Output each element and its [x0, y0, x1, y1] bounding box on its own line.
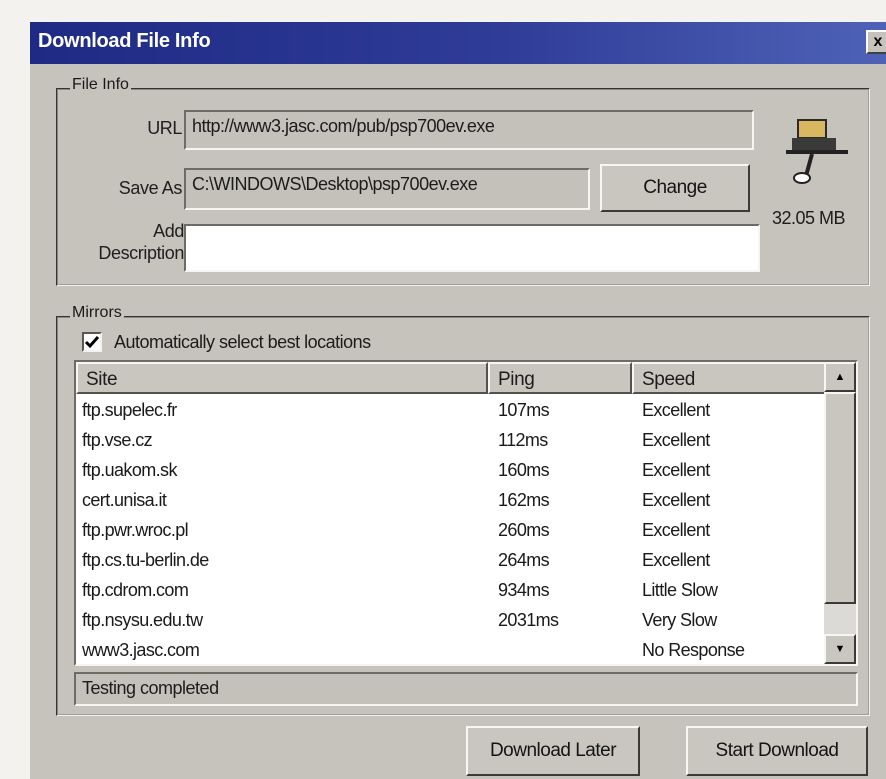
table-row[interactable]: ftp.vse.cz 112ms Excellent	[76, 426, 856, 456]
file-info-group-label: File Info	[70, 76, 131, 94]
arrow-down-icon: ▼	[834, 643, 846, 655]
scroll-up-button[interactable]: ▲	[824, 362, 856, 392]
status-bar: Testing completed	[74, 672, 858, 706]
mirrors-group-label: Mirrors	[70, 304, 124, 322]
ping-cell: 162ms	[498, 490, 550, 510]
site-cell: ftp.nsysu.edu.tw	[82, 610, 203, 630]
speed-cell: Excellent	[642, 490, 710, 510]
arrow-up-icon: ▲	[834, 371, 846, 383]
speed-cell: Excellent	[642, 460, 710, 480]
url-label: URL	[147, 118, 182, 138]
scroll-thumb[interactable]	[824, 392, 856, 604]
checkmark-icon	[84, 336, 100, 349]
start-download-button[interactable]: Start Download	[686, 726, 868, 776]
site-cell: ftp.cdrom.com	[82, 580, 189, 600]
speed-cell: Excellent	[642, 520, 710, 540]
window-title: Download File Info	[38, 30, 211, 52]
title-bar[interactable]: Download File Info x	[30, 22, 886, 64]
drive-download-icon	[782, 112, 852, 188]
site-cell: ftp.pwr.wroc.pl	[82, 520, 189, 540]
speed-cell: Very Slow	[642, 610, 717, 630]
site-cell: ftp.vse.cz	[82, 430, 153, 450]
close-button[interactable]: x	[866, 30, 886, 54]
ping-cell: 107ms	[498, 400, 550, 420]
table-row[interactable]: ftp.uakom.sk 160ms Excellent	[76, 456, 856, 486]
url-field[interactable]: http://www3.jasc.com/pub/psp700ev.exe	[184, 110, 754, 150]
save-as-field[interactable]: C:\WINDOWS\Desktop\psp700ev.exe	[184, 168, 590, 210]
site-cell: cert.unisa.it	[82, 490, 167, 510]
table-row[interactable]: ftp.cs.tu-berlin.de 264ms Excellent	[76, 546, 856, 576]
ping-cell: 264ms	[498, 550, 550, 570]
site-cell: www3.jasc.com	[82, 640, 200, 660]
auto-select-checkbox[interactable]	[82, 332, 102, 352]
ping-cell: 112ms	[498, 430, 548, 450]
description-input[interactable]	[184, 224, 760, 272]
add-description-label: Add Description	[60, 220, 184, 264]
column-header-speed[interactable]: Speed	[632, 362, 828, 394]
table-row[interactable]: www3.jasc.com No Response	[76, 636, 856, 664]
table-row[interactable]: ftp.pwr.wroc.pl 260ms Excellent	[76, 516, 856, 546]
site-cell: ftp.cs.tu-berlin.de	[82, 550, 209, 570]
ping-cell: 260ms	[498, 520, 550, 540]
download-later-button[interactable]: Download Later	[466, 726, 640, 776]
speed-cell: No Response	[642, 640, 745, 660]
ping-cell: 934ms	[498, 580, 550, 600]
speed-cell: Excellent	[642, 430, 710, 450]
add-description-label-line2: Description	[98, 243, 184, 263]
save-as-label: Save As	[118, 178, 183, 198]
site-cell: ftp.supelec.fr	[82, 400, 177, 420]
table-row[interactable]: ftp.supelec.fr 107ms Excellent	[76, 396, 856, 426]
column-header-site[interactable]: Site	[76, 362, 488, 394]
change-button[interactable]: Change	[600, 164, 750, 212]
speed-cell: Little Slow	[642, 580, 718, 600]
column-header-ping[interactable]: Ping	[488, 362, 632, 394]
mirrors-list[interactable]: Site Ping Speed ftp.supelec.fr 107ms Excel…	[74, 360, 858, 666]
auto-select-label[interactable]: Automatically select best locations	[114, 332, 371, 353]
ping-cell: 2031ms	[498, 610, 559, 630]
speed-cell: Excellent	[642, 550, 710, 570]
scroll-down-button[interactable]: ▼	[824, 634, 856, 664]
file-size-label: 32.05 MB	[772, 208, 846, 228]
ping-cell: 160ms	[498, 460, 550, 480]
add-description-label-line1: Add	[153, 221, 184, 241]
site-cell: ftp.uakom.sk	[82, 460, 177, 480]
table-row[interactable]: ftp.nsysu.edu.tw 2031ms Very Slow	[76, 606, 856, 636]
table-row[interactable]: cert.unisa.it 162ms Excellent	[76, 486, 856, 516]
mirrors-rows: ftp.supelec.fr 107ms Excellent ftp.vse.cz 11…	[76, 396, 828, 664]
vertical-scrollbar[interactable]: ▲ ▼	[824, 362, 856, 664]
download-file-info-dialog: Download File Info x File Info URL http:…	[28, 20, 886, 779]
speed-cell: Excellent	[642, 400, 710, 420]
table-row[interactable]: ftp.cdrom.com 934ms Little Slow	[76, 576, 856, 606]
close-icon: x	[873, 33, 883, 50]
